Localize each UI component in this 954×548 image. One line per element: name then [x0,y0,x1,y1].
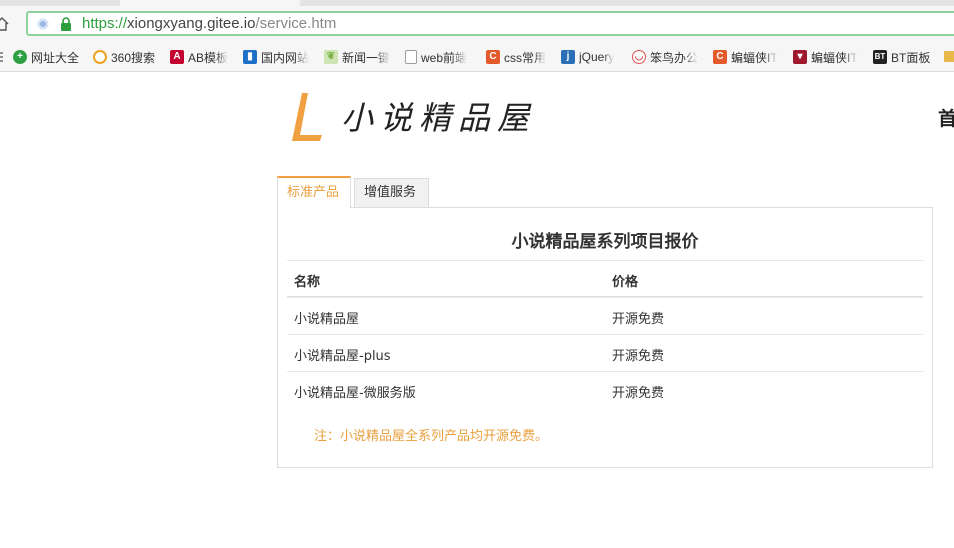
nav-home-link[interactable]: 首 [938,104,954,131]
bookmark-item[interactable]: 360搜索 [93,49,161,65]
bookmark-label: 360搜索 [111,50,156,65]
bookmark-item[interactable]: web前端 [405,49,475,65]
leaf-icon: ❦ [324,50,338,64]
bookmark-item[interactable]: ▾ 蝙蝠侠IT [793,49,863,65]
table-row: 小说精品屋 开源免费 [287,297,923,334]
jquery-icon: j [561,50,575,64]
url-path: /service.htm [255,15,337,32]
angular-icon: A [170,50,184,64]
bookmarks-menu-icon[interactable] [0,51,4,63]
table-row: 小说精品屋-plus 开源免费 [287,334,923,371]
column-header-price: 价格 [612,275,639,290]
c-icon: C [713,50,727,64]
bt-icon: BT [873,50,887,64]
search-q-icon [93,50,107,64]
pricing-panel: 小说精品屋系列项目报价 名称 价格 小说精品屋 开源免费 小说精品屋-plus … [277,207,933,468]
plus-circle-icon: + [13,50,27,64]
bookmark-label: 笨鸟办公 [650,50,699,65]
document-icon [405,50,417,64]
table-row: 小说精品屋-微服务版 开源免费 [287,371,923,408]
batman-icon: ▾ [793,50,807,64]
bookmark-label: 蝙蝠侠IT [811,50,858,65]
folder-icon[interactable] [944,51,954,62]
product-name: 小说精品屋 [294,312,360,327]
pricing-title: 小说精品屋系列项目报价 [511,232,699,252]
bookmark-page-icon: ▮ [243,50,257,64]
bookmark-label: jQuery [579,50,615,64]
owl-icon: ◡ [632,50,646,64]
table-header-row: 名称 价格 [287,260,923,297]
home-icon[interactable] [0,16,10,32]
url-scheme: https:// [82,15,128,32]
bookmark-label: 新闻一键 [342,50,391,65]
bookmarks-bar: + 网址大全 360搜索 A AB模板 ▮ 国内网站 ❦ 新闻一键 web前端 Ccss… [0,42,954,72]
logo-mark[interactable] [290,91,324,143]
lock-icon [61,17,71,31]
product-price: 开源免费 [612,349,665,364]
bookmark-label: 网址大全 [31,50,80,65]
bookmark-item[interactable]: ◡ 笨鸟办公 [632,49,702,65]
product-price: 开源免费 [612,386,665,401]
bookmark-item[interactable]: ❦ 新闻一键 [324,49,394,65]
bookmark-label: 国内网站 [261,50,310,65]
url-host: xiongxyang.gitee.io [127,15,256,32]
bookmark-label: 蝙蝠侠IT [731,50,778,65]
url-text: https://xiongxyang.gitee.io/service.htm [82,15,336,33]
pricing-note: 注：小说精品屋全系列产品均开源免费。 [314,429,549,444]
bookmark-item[interactable]: Ccss常用 [486,49,552,65]
bookmark-label: web前端 [421,50,468,65]
address-bar[interactable]: https://xiongxyang.gitee.io/service.htm [26,11,954,36]
bookmark-label: BT面板 [891,50,931,65]
product-name: 小说精品屋-plus [294,349,391,364]
site-info-icon[interactable] [37,18,49,30]
bookmark-item[interactable]: A AB模板 [170,49,232,65]
tab-value-added-services[interactable]: 增值服务 [354,178,429,207]
product-price: 开源免费 [612,312,665,327]
pricing-table: 名称 价格 小说精品屋 开源免费 小说精品屋-plus 开源免费 小说精品屋-微… [287,260,923,408]
product-name: 小说精品屋-微服务版 [294,386,416,401]
logo-text[interactable]: 小说精品屋 [341,98,536,138]
column-header-name: 名称 [294,275,321,290]
bookmark-item[interactable]: ▮ 国内网站 [243,49,313,65]
bookmark-label: AB模板 [188,50,229,65]
browser-toolbar: https://xiongxyang.gitee.io/service.htm [0,6,954,42]
bookmark-item[interactable]: + 网址大全 [13,49,85,65]
bookmark-item[interactable]: j jQuery [561,49,625,65]
tab-standard-products[interactable]: 标准产品 [277,176,351,208]
bookmark-item[interactable]: BT BT面板 [873,49,939,65]
bookmark-item[interactable]: C 蝙蝠侠IT [713,49,783,65]
bookmark-label: css常用 [504,50,547,65]
c-icon: C [486,50,500,64]
